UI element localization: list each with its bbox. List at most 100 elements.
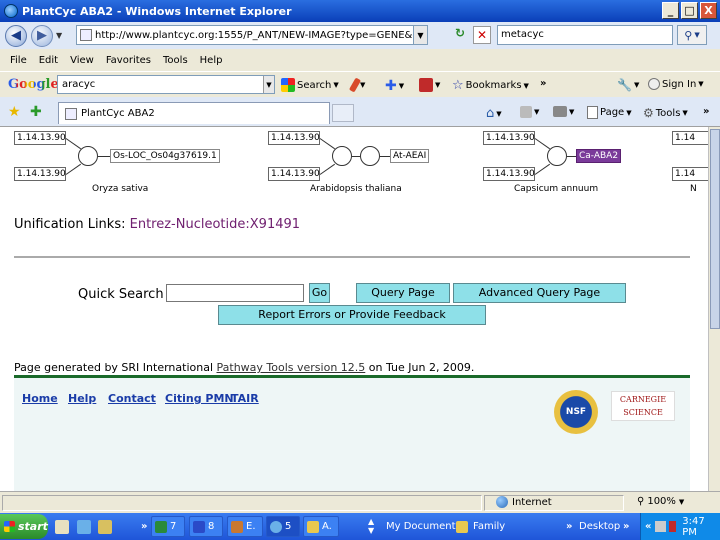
plus-button[interactable]: ✚ ▼ xyxy=(385,78,404,94)
new-tab-button[interactable] xyxy=(332,104,354,122)
zoom-control[interactable]: ⚲ 100% ▼ xyxy=(637,496,684,507)
security-zone[interactable]: Internet xyxy=(496,496,552,508)
ec-number-box[interactable]: 1.14.13.90 xyxy=(14,131,66,145)
gene-label[interactable]: At-AEAI xyxy=(390,149,430,163)
google-more-button[interactable]: » xyxy=(540,78,546,89)
quicklaunch-more[interactable]: » xyxy=(141,521,147,532)
wrench-button[interactable]: 🔧 ▼ xyxy=(617,78,639,92)
security-icon[interactable] xyxy=(668,521,677,532)
google-search-button[interactable]: Search ▼ xyxy=(281,78,339,92)
quicklaunch-ie-icon[interactable] xyxy=(77,520,91,534)
menu-view[interactable]: View xyxy=(64,55,100,66)
taskbar-button-e[interactable]: E. xyxy=(227,516,263,537)
taskbar-button-folder[interactable]: A. xyxy=(303,516,339,537)
forward-button[interactable]: ▶ xyxy=(31,24,53,47)
footer-link-citing-pmn[interactable]: Citing PMN xyxy=(165,392,234,405)
ec-number-box[interactable]: 1.14 xyxy=(672,131,708,145)
network-icon[interactable] xyxy=(655,521,666,532)
plus-icon: ✚ xyxy=(385,78,397,94)
address-bar[interactable]: http://www.plantcyc.org:1555/P_ANT/NEW-I… xyxy=(76,25,428,45)
stop-button[interactable]: ✕ xyxy=(473,26,491,44)
family-folder[interactable]: Family xyxy=(473,521,505,532)
taskbar-button-ie[interactable]: 5 xyxy=(266,516,300,537)
menu-tools[interactable]: Tools xyxy=(157,55,194,66)
toolbar-more[interactable]: » xyxy=(566,521,572,532)
desktop-toolbar[interactable]: Desktop xyxy=(579,521,620,532)
google-input-dropdown-icon[interactable]: ▼ xyxy=(263,76,274,93)
tools-menu-button[interactable]: ⚙ Tools ▼ xyxy=(643,106,688,120)
connector-line xyxy=(567,156,576,157)
page-menu-button[interactable]: Page ▼ xyxy=(587,106,632,119)
ec-number-box[interactable]: 1.14.13.90 xyxy=(268,167,320,181)
taskbar-scroll-arrows[interactable]: ▲ ▼ xyxy=(368,517,374,535)
compound-node[interactable] xyxy=(78,146,98,166)
ec-number-box[interactable]: 1.14.13.90 xyxy=(483,167,535,181)
ec-number-box[interactable]: 1.14 xyxy=(672,167,708,181)
home-button[interactable]: ⌂ ▼ xyxy=(486,106,502,121)
popup-blocker-button[interactable]: ▼ xyxy=(419,78,440,92)
feeds-button[interactable]: ▼ xyxy=(520,106,539,118)
my-documents-toolbar[interactable]: My Documents xyxy=(386,521,461,532)
desktop-more[interactable]: » xyxy=(623,521,629,532)
gene-label[interactable]: Os-LOC_Os04g37619.1 xyxy=(110,149,220,163)
start-button[interactable]: start xyxy=(0,514,48,539)
print-button[interactable]: ▼ xyxy=(553,106,574,117)
pencil-button[interactable]: ▼ xyxy=(348,77,365,93)
window-title-bar[interactable]: PlantCyc ABA2 - Windows Internet Explore… xyxy=(0,0,720,22)
carnegie-science-logo[interactable]: CARNEGIE SCIENCE xyxy=(611,391,675,421)
go-button[interactable]: Go xyxy=(309,283,330,303)
report-errors-button[interactable]: Report Errors or Provide Feedback xyxy=(218,305,486,325)
back-button[interactable]: ◀ xyxy=(5,24,27,47)
tab-plantcyc[interactable]: PlantCyc ABA2 xyxy=(58,102,330,124)
scrollbar-thumb[interactable] xyxy=(710,129,720,329)
connector-line xyxy=(319,163,336,175)
quicklaunch-media-icon[interactable] xyxy=(98,520,112,534)
refresh-button[interactable]: ↻ xyxy=(450,26,470,44)
gene-label-highlighted[interactable]: Ca-ABA2 xyxy=(576,149,622,163)
unification-label: Unification Links: xyxy=(14,217,126,232)
star-icon: ☆ xyxy=(452,78,464,93)
live-search-input[interactable]: metacyc xyxy=(497,25,673,45)
ec-number-box[interactable]: 1.14.13.90 xyxy=(483,131,535,145)
pathway-tools-link[interactable]: Pathway Tools version 12.5 xyxy=(217,361,366,374)
bookmarks-button[interactable]: ☆ Bookmarks ▼ xyxy=(452,78,529,93)
status-text-pane xyxy=(2,495,482,511)
compound-node[interactable] xyxy=(332,146,352,166)
footer-link-home[interactable]: Home xyxy=(22,392,58,405)
footer-link-tair[interactable]: TAIR xyxy=(231,392,259,405)
footer-link-contact[interactable]: Contact xyxy=(108,392,156,405)
favorites-star-icon[interactable]: ★ xyxy=(8,104,21,120)
menu-edit[interactable]: Edit xyxy=(33,55,64,66)
advanced-query-button[interactable]: Advanced Query Page xyxy=(453,283,626,303)
close-button[interactable]: X xyxy=(700,2,717,19)
live-search-button[interactable]: ⚲ ▼ xyxy=(677,25,707,45)
ec-number-box[interactable]: 1.14.13.90 xyxy=(14,167,66,181)
compound-node[interactable] xyxy=(360,146,380,166)
compound-node[interactable] xyxy=(547,146,567,166)
nsf-logo[interactable]: NSF xyxy=(554,390,598,434)
command-more-button[interactable]: » xyxy=(703,106,709,117)
entrez-link[interactable]: Entrez-Nucleotide:X91491 xyxy=(130,217,300,232)
quick-search-input[interactable] xyxy=(166,284,304,302)
add-favorite-icon[interactable]: ✚ xyxy=(30,104,42,120)
maximize-button[interactable]: □ xyxy=(681,2,698,19)
taskbar-button-excel[interactable]: 7 xyxy=(151,516,185,537)
popup-blocker-icon xyxy=(419,78,433,92)
taskbar-button-word[interactable]: 8 xyxy=(189,516,223,537)
history-dropdown-icon[interactable]: ▼ xyxy=(56,31,62,40)
tray-expand-icon[interactable]: « xyxy=(645,521,651,532)
footer-link-help[interactable]: Help xyxy=(68,392,96,405)
address-url[interactable]: http://www.plantcyc.org:1555/P_ANT/NEW-I… xyxy=(95,30,413,41)
menu-file[interactable]: File xyxy=(0,55,33,66)
address-dropdown-icon[interactable]: ▼ xyxy=(413,26,427,44)
menu-favorites[interactable]: Favorites xyxy=(100,55,157,66)
google-search-input[interactable]: aracyc xyxy=(57,75,275,94)
menu-help[interactable]: Help xyxy=(194,55,229,66)
query-page-button[interactable]: Query Page xyxy=(356,283,450,303)
quicklaunch-desktop-icon[interactable] xyxy=(55,520,69,534)
vertical-scrollbar[interactable] xyxy=(708,127,720,491)
sign-in-button[interactable]: Sign In ▼ xyxy=(648,78,704,90)
minimize-button[interactable]: _ xyxy=(662,2,679,19)
clock[interactable]: 3:47 PM xyxy=(682,516,720,538)
ec-number-box[interactable]: 1.14.13.90 xyxy=(268,131,320,145)
